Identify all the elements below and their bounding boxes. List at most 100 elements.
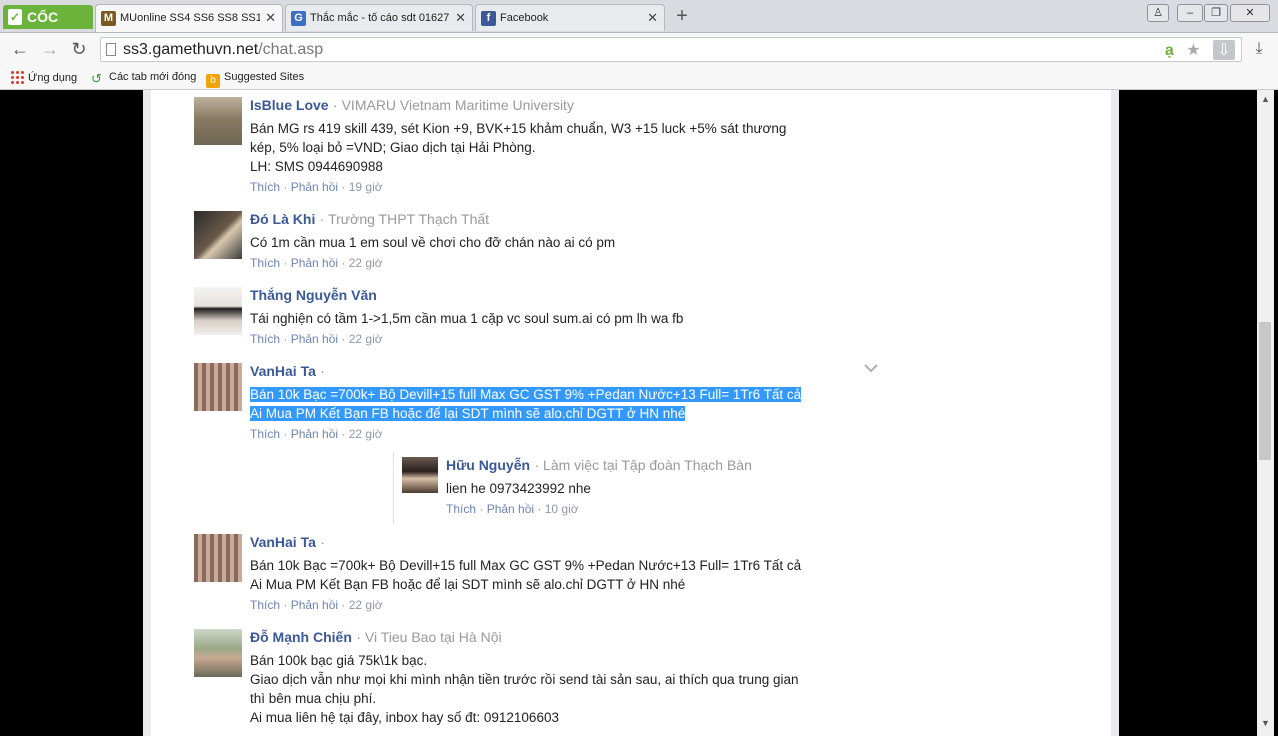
reload-icon[interactable]: ↻ (68, 38, 90, 60)
chevron-down-icon[interactable] (864, 363, 878, 373)
author-name[interactable]: Đỗ Mạnh Chiến (250, 629, 352, 645)
new-tab-button[interactable]: + (672, 6, 692, 27)
close-tab-icon[interactable]: ✕ (455, 5, 466, 31)
url-host: ss3.gamethuvn.net (123, 41, 259, 58)
comment-text: Bán MG rs 419 skill 439, sét Kion +9, BV… (250, 119, 834, 176)
timestamp[interactable]: 22 giờ (349, 427, 383, 441)
close-tab-icon[interactable]: ✕ (265, 5, 276, 31)
timestamp[interactable]: 19 giờ (349, 180, 383, 194)
avatar[interactable] (194, 629, 242, 677)
download-arrow-icon[interactable]: ⇩ (1213, 40, 1235, 60)
forward-arrow-icon[interactable]: → (39, 38, 61, 60)
close-tab-icon[interactable]: ✕ (647, 5, 658, 31)
avatar[interactable] (194, 363, 242, 411)
like-link[interactable]: Thích (250, 180, 280, 194)
author-name[interactable]: VanHai Ta (250, 534, 316, 550)
timestamp[interactable]: 22 giờ (349, 256, 383, 270)
timestamp[interactable]: 22 giờ (349, 332, 383, 346)
author-name[interactable]: Hữu Nguyễn (446, 457, 530, 473)
vertical-scrollbar[interactable]: ▲ ▼ (1257, 90, 1274, 736)
bookmark-star-icon[interactable]: ★ (1186, 42, 1200, 59)
address-bar[interactable]: ss3.gamethuvn.net/chat.asp ạ ★ ⇩ (100, 37, 1242, 62)
bookmark-apps[interactable]: Ứng dụng (10, 70, 77, 86)
comment-actions: Thích · Phản hồi · 22 giờ (250, 427, 383, 441)
comment-body: VanHai Ta · Bán 10k Bạc =700k+ Bộ Devill… (250, 534, 834, 612)
restore-button[interactable]: ❐ (1204, 4, 1228, 22)
comment-text: Bán 100k bạc giá 75k\1k bạc. Giao dịch v… (250, 651, 834, 727)
comment-text: Bán 10k Bạc =700k+ Bộ Devill+15 full Max… (250, 385, 834, 423)
bookmark-label: Ứng dụng (28, 72, 78, 84)
bookmark-suggested-sites[interactable]: b Suggested Sites (206, 70, 304, 88)
author-subtitle: · (320, 363, 326, 379)
avatar[interactable] (194, 97, 242, 145)
url-actions: ạ ★ ⇩ (1165, 40, 1235, 60)
facebook-favicon-icon: f (481, 11, 496, 26)
comment-line: Bán 100k bạc giá 75k\1k bạc. (250, 653, 428, 668)
page-viewport: IsBlue Love · VIMARU Vietnam Maritime Un… (0, 90, 1278, 736)
reply-link[interactable]: Phản hồi (291, 598, 338, 612)
url-text: ss3.gamethuvn.net/chat.asp (123, 41, 323, 59)
comment-line: Ai mua liên hệ tại đây, inbox hay số đt:… (250, 710, 559, 725)
like-link[interactable]: Thích (446, 502, 476, 516)
comment-actions: Thích · Phản hồi · 22 giờ (250, 256, 383, 270)
like-link[interactable]: Thích (250, 256, 280, 270)
author-name[interactable]: Đó Là Khi (250, 211, 315, 227)
scroll-up-arrow-icon[interactable]: ▲ (1257, 92, 1274, 106)
author-name[interactable]: Thắng Nguyễn Văn (250, 287, 377, 303)
timestamp[interactable]: 22 giờ (349, 598, 383, 612)
tab-facebook[interactable]: f Facebook ✕ (475, 4, 665, 31)
comment-actions: Thích · Phản hồi · 22 giờ (250, 598, 383, 612)
close-window-button[interactable]: ✕ (1230, 4, 1270, 22)
reply-link[interactable]: Phản hồi (487, 502, 534, 516)
comment-line: Giao dịch vẫn như mọi khi mình nhận tiền… (250, 672, 799, 687)
author-name[interactable]: IsBlue Love (250, 97, 329, 113)
comment-text: Có 1m cần mua 1 em soul về chơi cho đỡ c… (250, 233, 834, 252)
scroll-down-arrow-icon[interactable]: ▼ (1257, 716, 1274, 730)
comment-body: Đỗ Mạnh Chiến · Vi Tieu Bao tại Hà Nội B… (250, 629, 834, 727)
author-subtitle: · Vi Tieu Bao tại Hà Nội (356, 629, 502, 645)
vietnamese-input-icon[interactable]: ạ (1165, 42, 1174, 59)
author-subtitle: · Trường THPT Thạch Thất (319, 211, 490, 227)
reply-link[interactable]: Phản hồi (291, 180, 338, 194)
tab-muonline[interactable]: M MUonline SS4 SS6 SS8 SS10 S ✕ (95, 4, 283, 32)
tab-title: Facebook (500, 12, 549, 24)
author-name[interactable]: VanHai Ta (250, 363, 316, 379)
avatar[interactable] (194, 287, 242, 335)
page-icon (106, 43, 116, 56)
author-subtitle: · (320, 534, 326, 550)
reply-thread: Hữu Nguyễn · Làm việc tại Tập đoàn Thạch… (393, 452, 954, 524)
user-profile-icon[interactable]: ♙ (1147, 4, 1169, 22)
page-background: IsBlue Love · VIMARU Vietnam Maritime Un… (143, 90, 1119, 736)
like-link[interactable]: Thích (250, 598, 280, 612)
reply-link[interactable]: Phản hồi (291, 256, 338, 270)
browser-chrome: ✓ CỐC CỐC M MUonline SS4 SS6 SS8 SS10 S … (0, 0, 1278, 90)
minimize-button[interactable]: – (1177, 4, 1203, 22)
comment-line: Tái nghiện có tầm 1->1,5m cần mua 1 cặp … (250, 311, 684, 326)
comment-body: Thắng Nguyễn Văn Tái nghiện có tầm 1->1,… (250, 287, 834, 346)
author-subtitle: · VIMARU Vietnam Maritime University (333, 97, 574, 113)
avatar[interactable] (194, 211, 242, 259)
coccoc-logo-icon: ✓ (8, 9, 22, 25)
avatar[interactable] (194, 534, 242, 582)
comment-body: VanHai Ta · Bán 10k Bạc =700k+ Bộ Devill… (250, 363, 834, 441)
scrollbar-thumb[interactable] (1259, 322, 1271, 460)
bookmark-recent-tabs[interactable]: ↺ Các tab mới đóng (91, 70, 196, 86)
like-link[interactable]: Thích (250, 332, 280, 346)
url-path: /chat.asp (258, 41, 324, 58)
bookmark-label: Các tab mới đóng (109, 71, 197, 83)
toolbar: ← → ↻ ss3.gamethuvn.net/chat.asp ạ ★ ⇩ ⤓ (0, 33, 1278, 66)
history-icon: ↺ (91, 71, 102, 86)
avatar[interactable] (402, 457, 438, 493)
reply-link[interactable]: Phản hồi (291, 427, 338, 441)
timestamp[interactable]: 10 giờ (545, 502, 579, 516)
back-arrow-icon[interactable]: ← (9, 38, 31, 60)
tab-thac-mac[interactable]: G Thắc mắc - tố cáo sdt 01627 ✕ (285, 4, 473, 31)
muonline-favicon-icon: M (101, 11, 116, 26)
downloads-icon[interactable]: ⤓ (1248, 38, 1270, 60)
comment-actions: Thích · Phản hồi · 19 giờ (250, 180, 383, 194)
apps-grid-icon (10, 70, 24, 84)
bookmarks-bar: Ứng dụng ↺ Các tab mới đóng b Suggested Si… (0, 66, 1278, 90)
browser-brand[interactable]: ✓ CỐC CỐC (3, 5, 93, 49)
reply-link[interactable]: Phản hồi (291, 332, 338, 346)
like-link[interactable]: Thích (250, 427, 280, 441)
